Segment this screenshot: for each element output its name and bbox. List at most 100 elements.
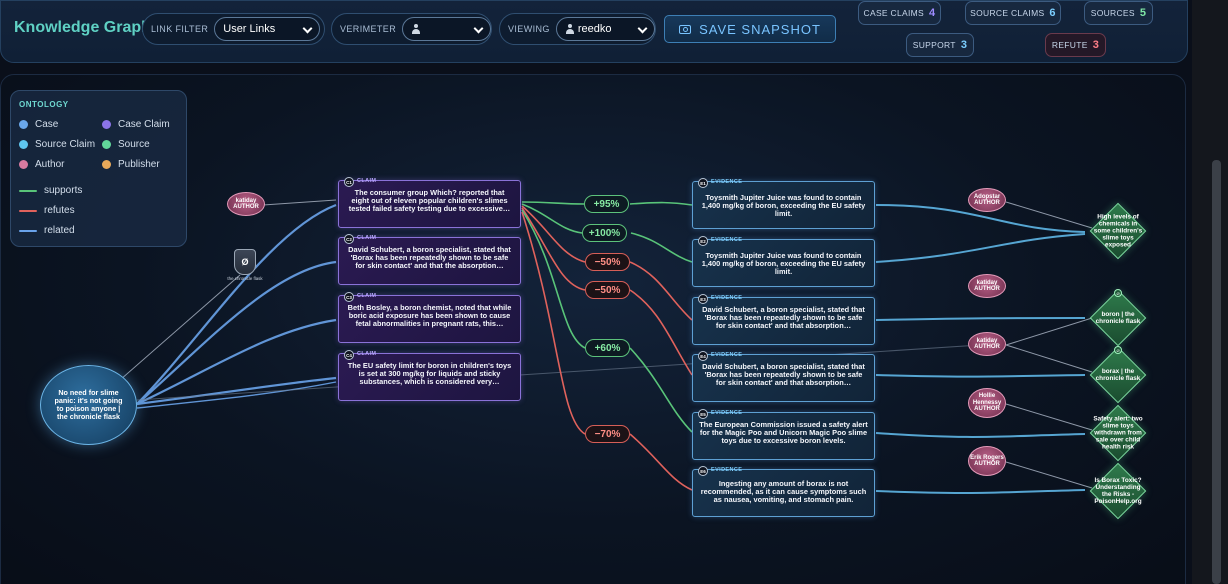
edge-support: [521, 201, 585, 205]
evidence-kind: EVIDENCE: [711, 179, 743, 185]
edge-support: [521, 209, 586, 349]
evidence-node[interactable]: E5 EVIDENCE The European Commission issu…: [692, 409, 875, 460]
source-node[interactable]: Ø boron | the chronicle flask: [1087, 287, 1149, 349]
evidence-kind: EVIDENCE: [711, 467, 743, 473]
legend-label: Case: [35, 119, 59, 130]
edge-refute: [629, 261, 693, 321]
case-claim-dot-icon: [102, 120, 111, 129]
publisher-node[interactable]: Ø: [234, 249, 256, 275]
evidence-badge: E4: [698, 351, 708, 361]
legend-refutes: refutes: [19, 205, 75, 216]
evidence-badge: E3: [698, 294, 708, 304]
legend-publisher: Publisher: [102, 159, 160, 170]
claim-text: Beth Bosley, a boron chemist, noted that…: [347, 303, 512, 329]
refutes-line-icon: [19, 209, 37, 212]
author-name-role: katiday AUTHOR: [974, 279, 1000, 293]
vertical-scrollbar[interactable]: [1212, 160, 1221, 584]
evidence-badge: E2: [698, 236, 708, 246]
author-dot-icon: [19, 160, 28, 169]
legend-label: Case Claim: [118, 119, 170, 130]
author-node[interactable]: Adopstar AUTHOR: [968, 188, 1006, 212]
edge-evidence-source: [875, 233, 1086, 263]
claim-text: The EU safety limit for boron in childre…: [347, 361, 512, 387]
evidence-text: David Schubert, a boron specialist, stat…: [702, 305, 865, 331]
author-node[interactable]: katiday AUTHOR: [968, 332, 1006, 356]
author-node[interactable]: katiday AUTHOR: [968, 274, 1006, 298]
source-node[interactable]: Safety alert: two slime toys withdrawn f…: [1087, 402, 1149, 464]
legend-label: related: [44, 225, 75, 236]
claim-kind: CLAIM: [357, 178, 377, 184]
evidence-kind: EVIDENCE: [711, 352, 743, 358]
evidence-text: Ingesting any amount of borax is not rec…: [700, 479, 867, 505]
edge-refute: [521, 211, 586, 435]
evidence-node[interactable]: E4 EVIDENCE David Schubert, a boron spec…: [692, 351, 875, 402]
evidence-kind: EVIDENCE: [711, 410, 743, 416]
claim-node[interactable]: C2 CLAIM David Schubert, a boron special…: [338, 234, 521, 285]
evidence-text: The European Commission issued a safety …: [699, 420, 868, 446]
edge-related: [136, 376, 337, 406]
window-edge: [1192, 0, 1228, 584]
edge-evidence-source: [875, 489, 1086, 494]
claim-badge: C4: [344, 350, 354, 360]
claim-kind: CLAIM: [357, 235, 377, 241]
edge-evidence-source: [875, 432, 1086, 438]
edge-author: [1005, 403, 1093, 431]
link-score-pill[interactable]: −70%: [585, 425, 630, 443]
author-name-role: katiday AUTHOR: [974, 337, 1000, 351]
author-name-role: Erik Rogers AUTHOR: [970, 454, 1004, 468]
claim-text: David Schubert, a boron specialist, stat…: [348, 245, 511, 271]
edge-refute: [629, 433, 693, 491]
edge-evidence-source: [875, 317, 1086, 321]
edge-support: [629, 201, 693, 206]
author-name-role: katiday AUTHOR: [233, 197, 259, 211]
author-node[interactable]: Erik Rogers AUTHOR: [968, 446, 1006, 476]
evidence-kind: EVIDENCE: [711, 237, 743, 243]
source-node[interactable]: Ø borax | the chronicle flask: [1087, 344, 1149, 406]
related-line-icon: [19, 229, 37, 232]
claim-badge: C1: [344, 177, 354, 187]
link-score-pill[interactable]: +60%: [585, 339, 630, 357]
edge-author: [1005, 461, 1093, 489]
claim-node[interactable]: C4 CLAIM The EU safety limit for boron i…: [338, 350, 521, 401]
link-score-pill[interactable]: −50%: [585, 253, 630, 271]
source-dot-icon: [102, 140, 111, 149]
case-node[interactable]: No need for slime panic: it's not going …: [40, 365, 137, 445]
legend-source: Source: [102, 139, 150, 150]
link-score-pill[interactable]: +100%: [582, 224, 627, 242]
claim-kind: CLAIM: [357, 351, 377, 357]
edge-refute: [629, 289, 693, 376]
source-text: High levels of chemicals in some childre…: [1093, 213, 1143, 249]
source-node[interactable]: High levels of chemicals in some childre…: [1087, 200, 1149, 262]
legend-title: ONTOLOGY: [19, 100, 69, 109]
publisher-dot-icon: [102, 160, 111, 169]
legend-label: supports: [44, 185, 83, 196]
evidence-node[interactable]: E1 EVIDENCE Toysmith Jupiter Juice was f…: [692, 178, 875, 229]
link-score-pill[interactable]: −50%: [585, 281, 630, 299]
legend-label: refutes: [44, 205, 75, 216]
author-name-role: Adopstar AUTHOR: [973, 193, 1001, 207]
evidence-node[interactable]: E2 EVIDENCE Toysmith Jupiter Juice was f…: [692, 236, 875, 287]
legend-source-claim: Source Claim: [19, 139, 95, 150]
legend-label: Author: [35, 159, 65, 170]
publisher-label: the chronicle flask: [227, 276, 263, 281]
author-node[interactable]: Hollie Hennessy AUTHOR: [968, 388, 1006, 418]
evidence-badge: E5: [698, 409, 708, 419]
source-text: boron | the chronicle flask: [1095, 311, 1141, 325]
claim-text: The consumer group Which? reported that …: [348, 188, 511, 214]
legend-label: Source Claim: [35, 139, 96, 150]
legend-case-claim: Case Claim: [102, 119, 170, 130]
source-node[interactable]: Is Borax Toxic? Understanding the Risks …: [1087, 460, 1149, 522]
evidence-badge: E6: [698, 466, 708, 476]
evidence-kind: EVIDENCE: [711, 295, 743, 301]
supports-line-icon: [19, 189, 37, 192]
edge-evidence-source: [875, 374, 1086, 378]
evidence-node[interactable]: E3 EVIDENCE David Schubert, a boron spec…: [692, 294, 875, 345]
author-node[interactable]: katiday AUTHOR: [227, 192, 265, 216]
link-score-pill[interactable]: +95%: [584, 195, 629, 213]
legend-label: Publisher: [118, 159, 160, 170]
claim-node[interactable]: C1 CLAIM The consumer group Which? repor…: [338, 177, 521, 228]
evidence-node[interactable]: E6 EVIDENCE Ingesting any amount of bora…: [692, 466, 875, 517]
case-dot-icon: [19, 120, 28, 129]
claim-node[interactable]: C3 CLAIM Beth Bosley, a boron chemist, n…: [338, 292, 521, 343]
evidence-text: Toysmith Jupiter Juice was found to cont…: [701, 251, 866, 277]
